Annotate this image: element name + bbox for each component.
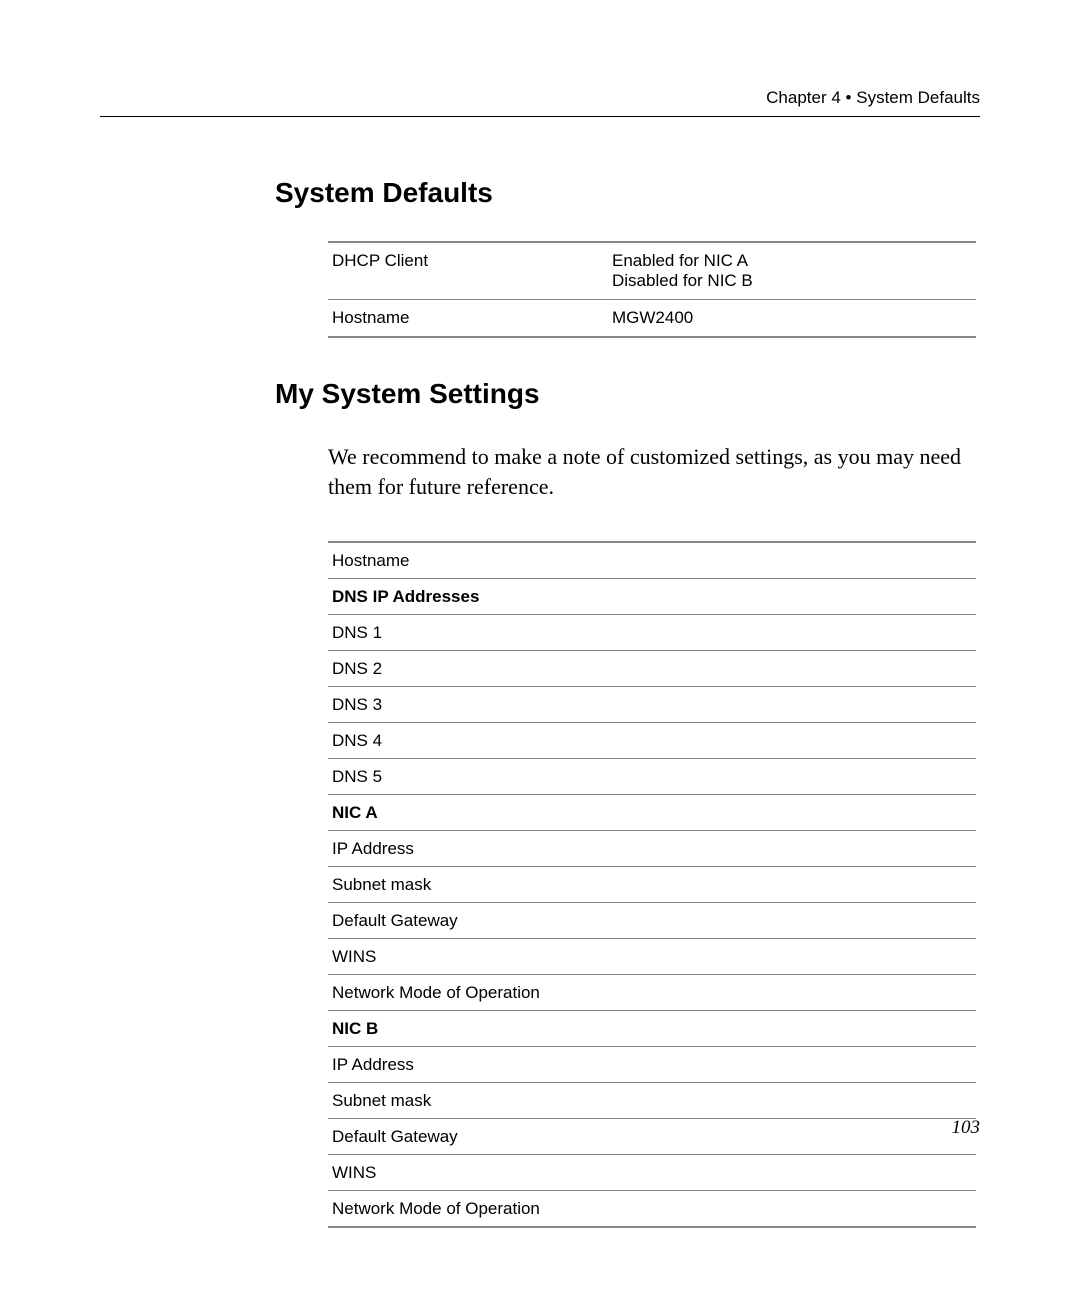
- defaults-value-line: MGW2400: [612, 308, 972, 328]
- settings-label: Network Mode of Operation: [328, 975, 976, 1011]
- table-row: DNS 3: [328, 687, 976, 723]
- settings-label: Default Gateway: [328, 903, 976, 939]
- table-row: DNS IP Addresses: [328, 579, 976, 615]
- table-row: DNS 2: [328, 651, 976, 687]
- defaults-value: Enabled for NIC A Disabled for NIC B: [608, 242, 976, 300]
- body-paragraph: We recommend to make a note of customize…: [328, 442, 976, 501]
- defaults-label: Hostname: [328, 300, 608, 338]
- table-row: WINS: [328, 939, 976, 975]
- settings-label: Hostname: [328, 542, 976, 579]
- settings-label: Network Mode of Operation: [328, 1191, 976, 1228]
- settings-label: DNS 2: [328, 651, 976, 687]
- settings-label: Subnet mask: [328, 867, 976, 903]
- header-title: System Defaults: [856, 88, 980, 107]
- settings-label: WINS: [328, 1155, 976, 1191]
- settings-label: Subnet mask: [328, 1083, 976, 1119]
- page-header: Chapter 4 • System Defaults: [100, 88, 980, 117]
- table-row: IP Address: [328, 1047, 976, 1083]
- settings-table: Hostname DNS IP Addresses DNS 1 DNS 2 DN…: [328, 541, 976, 1228]
- settings-section-header: NIC A: [328, 795, 976, 831]
- table-row: DNS 1: [328, 615, 976, 651]
- header-text: Chapter 4 • System Defaults: [100, 88, 980, 108]
- defaults-value: MGW2400: [608, 300, 976, 338]
- defaults-value-line: Disabled for NIC B: [612, 271, 972, 291]
- table-row: Default Gateway: [328, 903, 976, 939]
- defaults-label: DHCP Client: [328, 242, 608, 300]
- table-row: NIC A: [328, 795, 976, 831]
- defaults-value-line: Enabled for NIC A: [612, 251, 972, 271]
- table-row: DNS 4: [328, 723, 976, 759]
- table-row: IP Address: [328, 831, 976, 867]
- bullet-icon: •: [846, 88, 852, 107]
- table-row: WINS: [328, 1155, 976, 1191]
- table-row: Network Mode of Operation: [328, 1191, 976, 1228]
- table-row: Hostname MGW2400: [328, 300, 976, 338]
- table-row: Subnet mask: [328, 1083, 976, 1119]
- settings-label: DNS 5: [328, 759, 976, 795]
- table-row: NIC B: [328, 1011, 976, 1047]
- page-number: 103: [952, 1117, 981, 1139]
- table-row: Default Gateway: [328, 1119, 976, 1155]
- defaults-table: DHCP Client Enabled for NIC A Disabled f…: [328, 241, 976, 338]
- settings-label: DNS 1: [328, 615, 976, 651]
- settings-label: IP Address: [328, 1047, 976, 1083]
- header-chapter: Chapter 4: [766, 88, 841, 107]
- table-row: Subnet mask: [328, 867, 976, 903]
- settings-label: DNS 3: [328, 687, 976, 723]
- settings-label: Default Gateway: [328, 1119, 976, 1155]
- settings-label: DNS 4: [328, 723, 976, 759]
- heading-system-defaults: System Defaults: [275, 177, 980, 209]
- table-row: Network Mode of Operation: [328, 975, 976, 1011]
- heading-my-system-settings: My System Settings: [275, 378, 980, 410]
- settings-section-header: NIC B: [328, 1011, 976, 1047]
- settings-label: WINS: [328, 939, 976, 975]
- settings-label: IP Address: [328, 831, 976, 867]
- table-row: Hostname: [328, 542, 976, 579]
- table-row: DHCP Client Enabled for NIC A Disabled f…: [328, 242, 976, 300]
- settings-section-header: DNS IP Addresses: [328, 579, 976, 615]
- table-row: DNS 5: [328, 759, 976, 795]
